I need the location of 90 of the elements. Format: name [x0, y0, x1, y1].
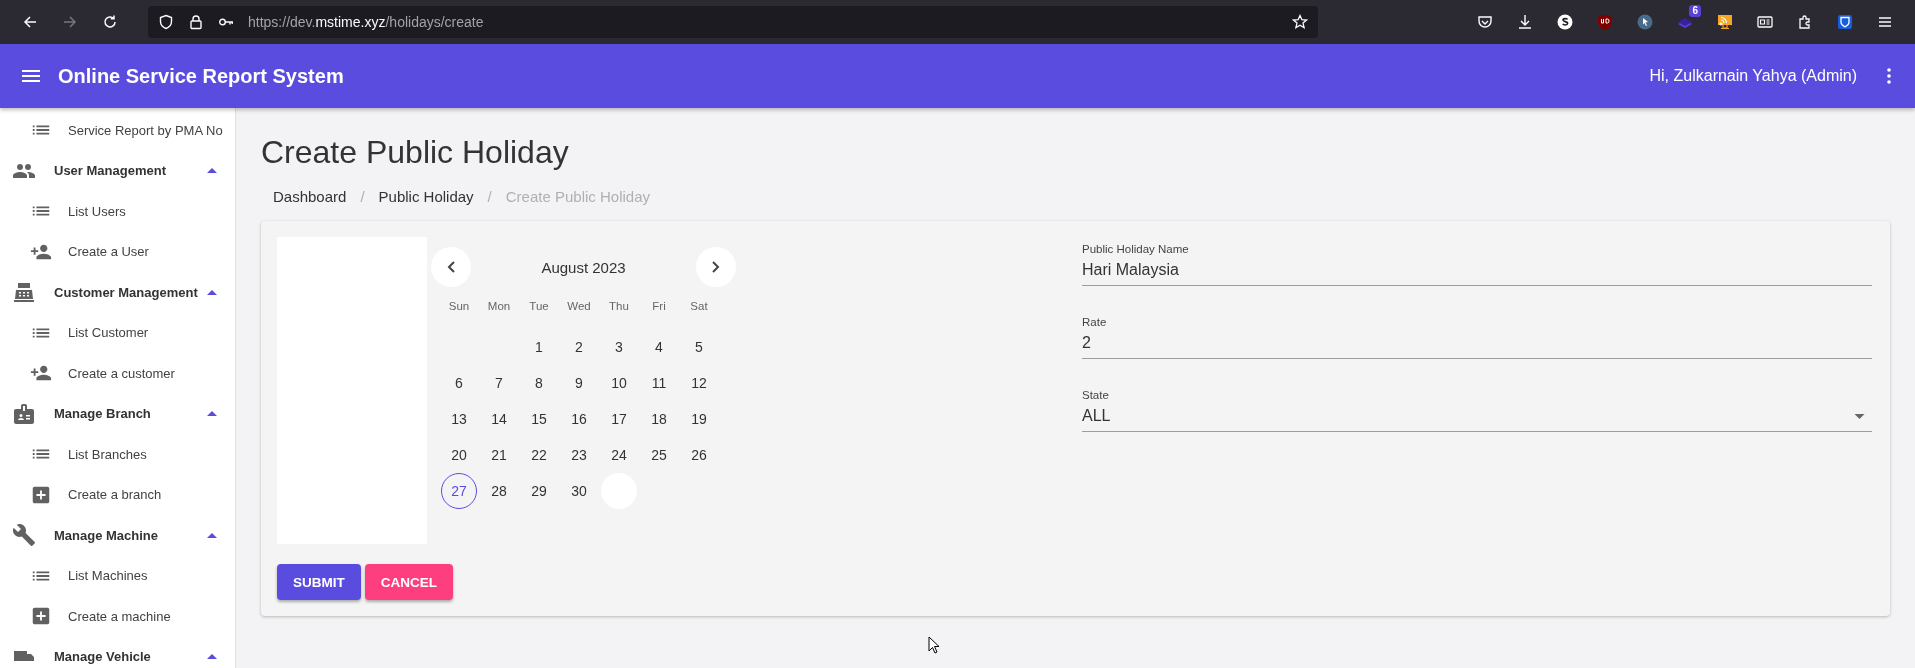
sidebar-group-header[interactable]: Manage Branch — [0, 393, 235, 434]
more-options-icon[interactable] — [1887, 68, 1891, 84]
calendar-day[interactable]: 24 — [601, 437, 637, 473]
back-arrow-icon[interactable] — [22, 14, 38, 30]
calendar-day[interactable]: 15 — [521, 401, 557, 437]
sidebar-group-header[interactable]: Manage Vehicle — [0, 636, 235, 668]
extension-count-badge: 6 — [1689, 5, 1701, 17]
sidebar-group-header[interactable]: Customer Management — [0, 272, 235, 313]
calendar-day[interactable]: 5 — [681, 329, 717, 365]
star-icon[interactable] — [1292, 14, 1308, 30]
breadcrumb-link[interactable]: Public Holiday — [378, 187, 474, 205]
weekday-label: Tue — [528, 299, 550, 314]
calendar-day[interactable]: 23 — [561, 437, 597, 473]
calendar-day[interactable]: 28 — [481, 473, 517, 509]
calendar-day[interactable]: 7 — [481, 365, 517, 401]
calendar-day[interactable]: 1 — [521, 329, 557, 365]
sidebar-item[interactable]: List Customer — [0, 312, 235, 353]
calendar-day[interactable]: 14 — [481, 401, 517, 437]
calendar-day[interactable]: 8 — [521, 365, 557, 401]
calendar-day[interactable]: 22 — [521, 437, 557, 473]
url-text: https://dev.mstime.xyz/holidays/create — [248, 14, 485, 30]
sidebar-item[interactable]: Create a branch — [0, 474, 235, 515]
sidebar-item[interactable]: Create a customer — [0, 353, 235, 394]
weekday-label: Sun — [447, 299, 471, 314]
menu-icon[interactable] — [22, 70, 40, 82]
weekday-label: Mon — [486, 299, 512, 314]
s-circle-icon[interactable] — [1557, 14, 1573, 30]
weekday-label: Sat — [689, 299, 709, 314]
input-field[interactable]: Rate 2 — [1082, 316, 1872, 359]
sidebar-item[interactable]: List Machines — [0, 555, 235, 596]
reload-icon[interactable] — [102, 14, 118, 30]
wrench-icon — [12, 523, 36, 548]
pocket-icon[interactable] — [1477, 14, 1493, 30]
sidebar-item[interactable]: List Branches — [0, 434, 235, 475]
calendar-day[interactable]: 13 — [441, 401, 477, 437]
sidebar-item[interactable]: Create a machine — [0, 596, 235, 637]
calendar-day[interactable]: 2 — [561, 329, 597, 365]
breadcrumb-link: Create Public Holiday — [505, 187, 651, 205]
puzzle-icon[interactable] — [1797, 14, 1813, 30]
calendar-day[interactable]: 3 — [601, 329, 637, 365]
calendar-day[interactable]: 29 — [521, 473, 557, 509]
sidebar-group-header[interactable]: Manage Machine — [0, 515, 235, 556]
chevron-left-icon — [447, 261, 455, 273]
calendar-day[interactable]: 18 — [641, 401, 677, 437]
calendar-day[interactable]: 10 — [601, 365, 637, 401]
calendar-day[interactable]: 12 — [681, 365, 717, 401]
calendar-day[interactable]: 19 — [681, 401, 717, 437]
sidebar-item[interactable]: Create a User — [0, 231, 235, 272]
calendar-day[interactable]: 26 — [681, 437, 717, 473]
calendar-day[interactable]: 25 — [641, 437, 677, 473]
state-select[interactable]: State ALL — [1082, 389, 1872, 432]
lock-icon — [188, 14, 204, 30]
calendar-day[interactable]: 11 — [641, 365, 677, 401]
shield-icon — [158, 14, 174, 30]
shield-extension-icon[interactable] — [1597, 14, 1613, 30]
menu-icon[interactable] — [1877, 14, 1893, 30]
calendar-day[interactable]: 17 — [601, 401, 637, 437]
address-bar[interactable]: https://dev.mstime.xyz/holidays/create — [148, 6, 1318, 38]
month-label[interactable]: August 2023 — [541, 258, 626, 276]
sidebar-item[interactable]: Service Report by PMA No — [0, 110, 235, 151]
reader-view-icon[interactable] — [1757, 14, 1773, 30]
rss-monitor-icon[interactable] — [1717, 14, 1733, 30]
calendar-day[interactable]: 6 — [441, 365, 477, 401]
cash-register-icon — [12, 280, 36, 305]
id-badge-icon — [12, 401, 36, 426]
page-title: Create Public Holiday — [261, 133, 570, 172]
breadcrumb-link[interactable]: Dashboard — [273, 187, 347, 205]
sidebar-item[interactable]: List Users — [0, 191, 235, 232]
weekday-label: Wed — [566, 299, 592, 314]
mouse-cursor-icon — [928, 636, 940, 654]
input-field[interactable]: Public Holiday Name Hari Malaysia — [1082, 243, 1872, 286]
calendar-day[interactable]: 9 — [561, 365, 597, 401]
dropdown-arrow-icon — [1854, 413, 1865, 419]
user-greeting: Hi, Zulkarnain Yahya (Admin) — [1649, 67, 1857, 85]
chevron-right-icon — [712, 261, 720, 273]
calendar-day[interactable]: 20 — [441, 437, 477, 473]
breadcrumb-separator: / — [360, 187, 365, 205]
weekday-label: Thu — [608, 299, 630, 314]
calendar-day[interactable]: 4 — [641, 329, 677, 365]
app-title: Online Service Report System — [58, 64, 344, 88]
calendar-day[interactable]: 30 — [561, 473, 597, 509]
calendar-day[interactable]: 21 — [481, 437, 517, 473]
cursor-circle-icon[interactable] — [1637, 14, 1653, 30]
download-icon[interactable] — [1517, 14, 1533, 30]
breadcrumb-separator: / — [487, 187, 492, 205]
sidebar-group-header[interactable]: User Management — [0, 150, 235, 191]
submit-button[interactable]: SUBMIT — [277, 564, 361, 600]
password-shield-icon[interactable] — [1837, 14, 1853, 30]
calendar-day[interactable]: 16 — [561, 401, 597, 437]
weekday-label: Fri — [651, 299, 667, 314]
